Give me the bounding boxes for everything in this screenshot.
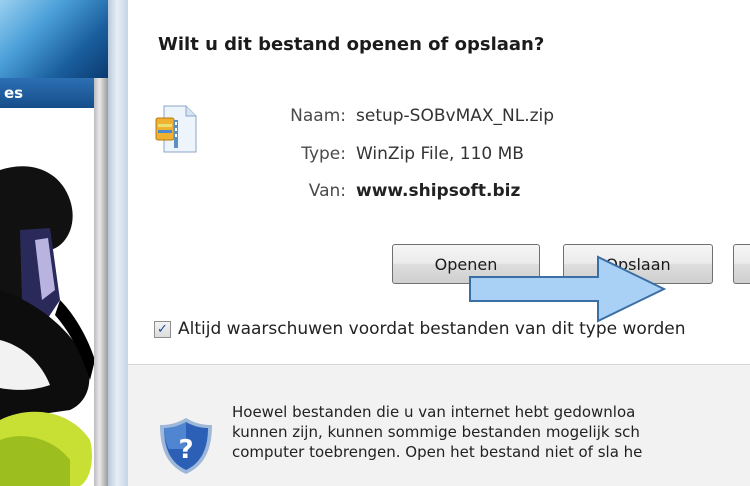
file-download-dialog: Wilt u dit bestand openen of opslaan? Na… bbox=[128, 0, 750, 486]
cancel-button[interactable] bbox=[733, 244, 750, 284]
svg-text:?: ? bbox=[178, 435, 193, 465]
always-warn-checkbox[interactable]: ✓ bbox=[154, 321, 171, 338]
file-source-value: www.shipsoft.biz bbox=[356, 181, 521, 201]
background-window-edge bbox=[94, 78, 108, 486]
file-type-row: Type: WinZip File, 110 MB bbox=[228, 144, 524, 164]
cartoon-figure-illustration bbox=[0, 166, 95, 486]
file-source-row: Van: www.shipsoft.biz bbox=[228, 181, 521, 201]
dialog-title: Wilt u dit bestand openen of opslaan? bbox=[158, 34, 545, 55]
annotation-arrow bbox=[469, 255, 667, 323]
shield-question-icon: ? bbox=[160, 418, 212, 474]
file-source-label: Van: bbox=[308, 181, 346, 201]
file-name-row: Naam: setup-SOBvMAX_NL.zip bbox=[228, 106, 554, 126]
file-name-label: Naam: bbox=[290, 106, 346, 126]
file-type-label: Type: bbox=[301, 144, 346, 164]
warning-text: Hoewel bestanden die u van internet hebt… bbox=[232, 403, 643, 461]
dialog-frame-border bbox=[108, 0, 128, 486]
file-type-value: WinZip File, 110 MB bbox=[356, 144, 524, 164]
background-window: es bbox=[0, 0, 108, 486]
file-name-value: setup-SOBvMAX_NL.zip bbox=[356, 106, 555, 126]
zip-file-icon bbox=[155, 105, 197, 153]
